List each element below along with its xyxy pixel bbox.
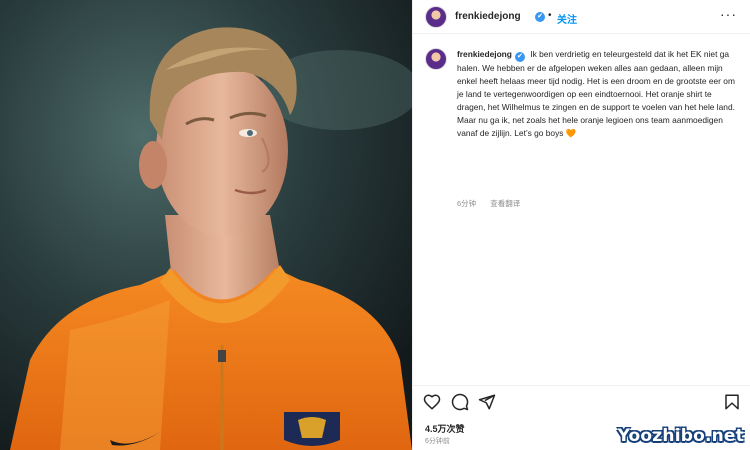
see-translation-link[interactable]: 查看翻译	[490, 199, 520, 208]
likes-count[interactable]: 4.5万次赞	[425, 422, 465, 435]
separator-dot: •	[548, 10, 552, 21]
share-icon[interactable]	[478, 393, 496, 411]
follow-button[interactable]: 关注	[557, 11, 577, 26]
comment-time: 6分钟	[457, 199, 477, 208]
player-illustration	[0, 0, 412, 450]
avatar[interactable]	[425, 48, 447, 70]
heart-icon[interactable]	[423, 393, 441, 411]
post-timestamp: 6分钟前	[425, 438, 450, 445]
username-link[interactable]: frenkiedejong	[455, 11, 521, 22]
post-panel: frenkiedejong ✔ • 关注 ··· frenkiedejong ✔ …	[412, 0, 750, 450]
orange-heart-emoji: 🧡	[565, 128, 577, 138]
site-watermark: Yoozhibo.net	[617, 426, 744, 446]
bookmark-icon[interactable]	[723, 393, 741, 411]
post-photo	[0, 0, 412, 450]
more-options-icon[interactable]: ···	[720, 6, 737, 22]
caption-meta: 6分钟 查看翻译	[457, 198, 532, 209]
post-header: frenkiedejong ✔ • 关注 ···	[413, 0, 750, 34]
caption-text: Ik ben verdrietig en teleurgesteld dat i…	[457, 49, 735, 138]
caption-body: frenkiedejong ✔ Ik ben verdrietig en tele…	[457, 48, 739, 140]
comment-icon[interactable]	[451, 393, 469, 411]
username-link[interactable]: frenkiedejong	[457, 49, 512, 59]
verified-badge-icon: ✔	[535, 12, 545, 22]
verified-badge-icon: ✔	[514, 52, 525, 62]
avatar[interactable]	[425, 6, 447, 28]
